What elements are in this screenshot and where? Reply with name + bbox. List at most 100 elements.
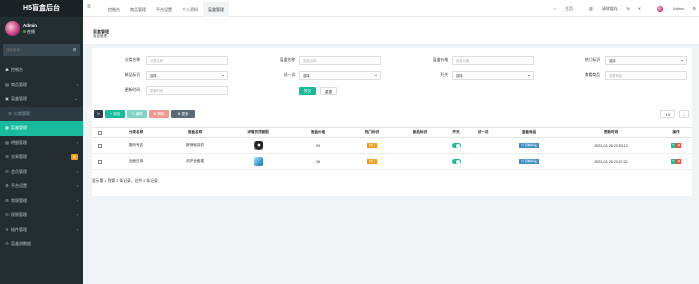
hot-cell: 热门 — [346, 153, 398, 170]
column-header[interactable]: 分类名称 — [108, 127, 164, 138]
goods-input[interactable]: 查看商品 — [605, 71, 687, 80]
updated-cell: 2022-03-28 23:07:32 — [562, 153, 660, 170]
add-button[interactable]: + 添加 — [105, 110, 125, 118]
sidebar-item-category[interactable]: ☰ 分类管理 — [0, 106, 83, 121]
sidebar-item-dashboard[interactable]: ☗ 控制台 — [0, 63, 83, 78]
try-cell — [470, 137, 496, 154]
submit-button[interactable]: 提交 — [299, 87, 316, 95]
column-header[interactable]: 更新时间 — [562, 127, 660, 138]
chevron-left-icon: ‹ — [76, 168, 78, 174]
tab-blindbox[interactable]: 盲盒管理 — [203, 2, 229, 17]
sidebar-item-blindbox[interactable]: ▣ 盲盒管理 ⌄ — [0, 92, 83, 107]
sidebar-search-input[interactable] — [3, 44, 80, 56]
sidebar-item-plugins[interactable]: ✈ 插件管理 ‹ — [0, 223, 83, 238]
refresh-button[interactable]: ↻ — [94, 110, 103, 118]
reset-button[interactable]: 重置 — [320, 87, 337, 95]
chevron-left-icon: ‹ — [76, 197, 78, 203]
translate-icon[interactable]: ⅍ — [626, 6, 630, 11]
box-name-input[interactable]: 盲盒名称 — [299, 56, 381, 65]
search-icon[interactable] — [73, 48, 76, 51]
column-header[interactable]: 试一试 — [470, 127, 496, 138]
export-button[interactable]: ⇩▾ — [660, 110, 675, 118]
gear-icon: ⚙ — [5, 183, 9, 188]
try-select[interactable]: 选择 — [299, 71, 381, 80]
switch-toggle[interactable] — [451, 143, 461, 148]
nav-tabs: 控制台 商品管理 平台设置 个人资料 盲盒管理 — [103, 2, 229, 17]
category-input[interactable]: 分类名称 — [146, 56, 228, 65]
row-checkbox[interactable] — [98, 159, 102, 164]
trash-icon: ▥ — [677, 159, 681, 163]
sidebar-item-permissions[interactable]: ☷ 权限管理 ‹ — [0, 208, 83, 223]
user-menu[interactable]: Admin — [649, 5, 684, 12]
updated-input[interactable]: 更新时间 — [146, 86, 228, 95]
thumb-cell — [226, 137, 290, 154]
edit-button[interactable]: ✎ 编辑 — [127, 110, 147, 118]
tab-goods[interactable]: 商品管理 — [125, 2, 151, 17]
hot-select[interactable]: 选择 — [605, 56, 687, 65]
filter-row: 分类名称 分类名称 盲盒名称 盲盒名称 盲盒价格 盲盒价格 热门标识 选择 — [92, 56, 692, 70]
clear-cache-button[interactable]: ▥ 清除缓存 — [581, 6, 618, 12]
filter-label: 热门标识 — [584, 58, 600, 62]
sidebar-item-test-data[interactable]: ⊙ 盲盒测数据 — [0, 237, 83, 252]
menu-toggle-icon[interactable]: ≡ — [87, 4, 91, 10]
column-header[interactable]: 详情页顶部图 — [226, 127, 290, 138]
goods-icon: ▤ — [5, 81, 9, 87]
filter-label: 开关 — [440, 73, 448, 77]
user-panel: Admin 在线 — [0, 17, 83, 44]
filter-label: 新品标识 — [124, 73, 140, 77]
plane-icon: ✈ — [5, 226, 9, 232]
sidebar-item-general[interactable]: ☰ 常规管理 ‹ — [0, 194, 83, 209]
sidebar-item-trade[interactable]: ☰ 交易管理新 — [0, 150, 83, 165]
trash-icon: ▥ — [589, 5, 593, 11]
delete-row-button[interactable]: ▥ — [676, 159, 682, 164]
new-cell — [398, 153, 442, 170]
view-goods-button[interactable]: ▤ 查看商品 — [519, 159, 539, 164]
view-goods-button[interactable]: ▤ 查看商品 — [519, 143, 539, 148]
column-header[interactable]: 盲盒价格 — [290, 127, 346, 138]
switch-select[interactable]: 选择 — [452, 71, 534, 80]
row-checkbox[interactable] — [98, 143, 102, 148]
edit-row-button[interactable]: ✎ — [670, 143, 676, 148]
sidebar-item-platform[interactable]: ⚙ 平台设置 ‹ — [0, 179, 83, 194]
hot-badge[interactable]: 热门 — [366, 159, 377, 164]
delete-row-button[interactable]: ▥ — [676, 143, 682, 148]
new-select[interactable]: 选择 — [146, 71, 228, 80]
headphones-image[interactable] — [253, 141, 263, 150]
edit-row-button[interactable]: ✎ — [670, 159, 676, 164]
select-all-checkbox[interactable] — [98, 130, 102, 135]
tab-platform[interactable]: 平台设置 — [151, 2, 177, 17]
price-input[interactable]: 盲盒价格 — [452, 56, 534, 65]
blue-product-image[interactable] — [253, 157, 263, 166]
more-button[interactable]: ⚙ 更多 — [171, 110, 195, 118]
select-all-cell — [92, 127, 108, 138]
tab-profile[interactable]: 个人资料 — [177, 2, 203, 17]
search-toggle-button[interactable]: ⌕ — [679, 110, 689, 118]
column-header[interactable]: 开关 — [442, 127, 470, 138]
members-icon: ☷ — [5, 168, 9, 174]
sidebar-item-details[interactable]: ▤ 明细管理 ‹ — [0, 136, 83, 151]
filter-label: 更新时间 — [124, 88, 140, 92]
column-header[interactable]: 热门标识 — [346, 127, 398, 138]
settings-icon[interactable]: ⚙ — [692, 6, 696, 11]
tab-dashboard[interactable]: 控制台 — [103, 2, 125, 17]
hot-badge[interactable]: 热门 — [366, 143, 377, 148]
home-link[interactable]: ⌂ 主页 — [545, 6, 573, 12]
fullscreen-icon[interactable]: ✕ — [638, 6, 641, 11]
column-header[interactable]: 盲盒名称 — [164, 127, 226, 138]
switch-cell — [442, 137, 470, 154]
column-header[interactable]: 新品标识 — [398, 127, 442, 138]
home-icon: ⌂ — [553, 5, 556, 11]
filter-label: 盲盒价格 — [432, 58, 448, 62]
app-logo[interactable]: H5盲盒后台 — [0, 0, 83, 17]
column-header[interactable]: 查看商品 — [496, 127, 562, 138]
table-row[interactable]: 全面日用 洗护全套裙 38 热门 ▤ 查看商品 2022-03-28 23:07… — [92, 153, 692, 170]
page-subtitle: 盲盒管理 — [93, 34, 107, 38]
delete-button[interactable]: ✖ 删除 — [149, 110, 169, 118]
column-header: 操作 — [660, 127, 692, 138]
switch-toggle[interactable] — [451, 159, 461, 164]
sidebar-item-goods[interactable]: ▤ 商品管理 ‹ — [0, 78, 83, 93]
chevron-left-icon: ‹ — [76, 212, 78, 217]
sidebar-item-members[interactable]: ☷ 会员管理 ‹ — [0, 165, 83, 180]
sidebar-item-blindbox-manage[interactable]: ▦ 盲盒管理 — [0, 121, 83, 136]
table-row[interactable]: 数码专区 新神秘耳机 99 热门 ▤ 查看商品 2022-03-28 22:53… — [92, 137, 692, 154]
